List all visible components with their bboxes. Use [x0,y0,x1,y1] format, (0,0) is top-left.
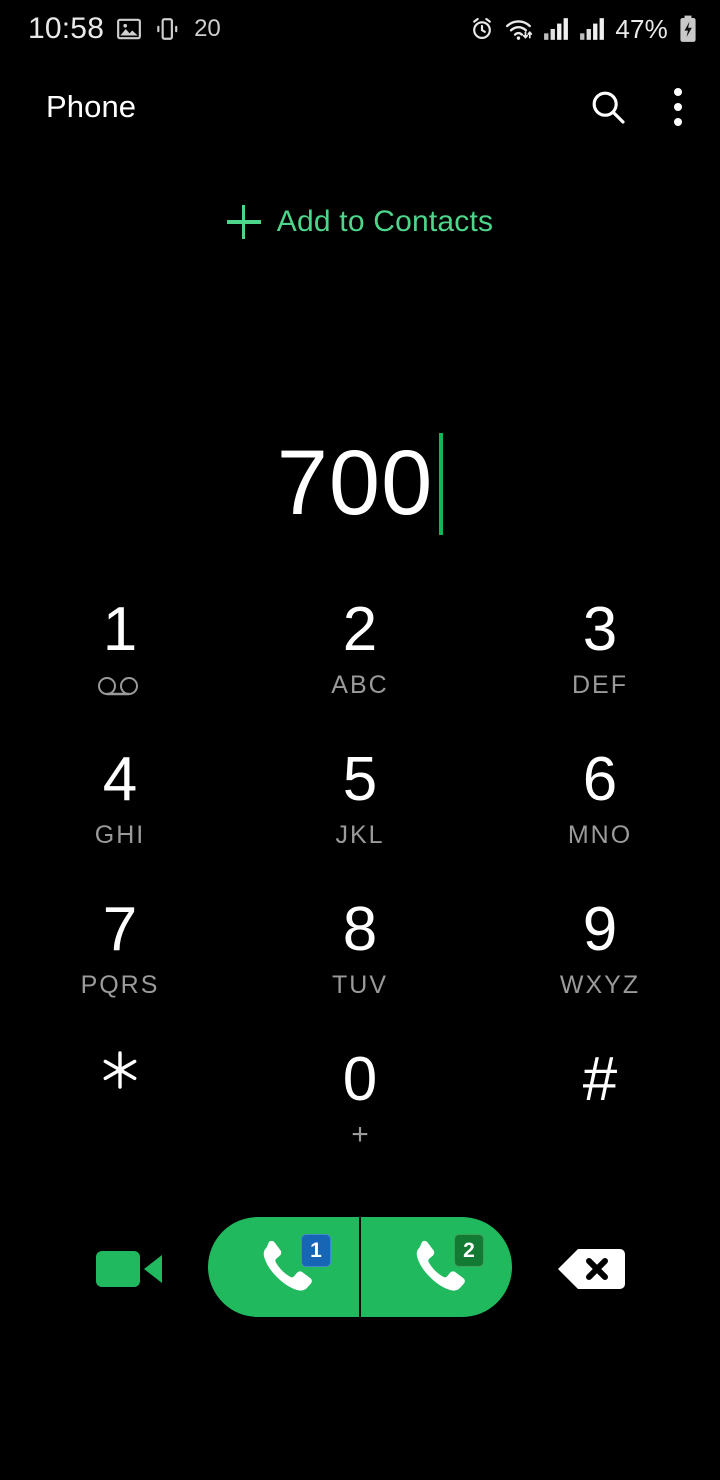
dialpad-key-hash[interactable]: # [500,1033,700,1183]
call-button-sim1[interactable]: 1 [208,1217,359,1317]
battery-charging-icon [678,15,698,43]
dialpad-key-2-digit: 2 [342,595,378,664]
dialpad-key-9-digit: 9 [582,895,618,964]
status-clock: 10:58 [28,12,105,45]
dialed-number-value: 700 [276,432,434,534]
dialpad-key-8-letters: TUV [332,971,388,1000]
call-button-sim2[interactable]: 2 [359,1217,512,1317]
page-title: Phone [46,89,137,124]
app-bar: Phone [0,72,720,142]
alarm-icon [469,16,495,42]
dialpad-key-4-letters: GHI [94,821,146,850]
signal-bars-icon [543,17,569,41]
dialpad-key-4[interactable]: 4 GHI [20,733,220,883]
dialpad-key-star[interactable] [20,1033,220,1183]
dialpad-key-2[interactable]: 2 ABC [260,583,460,733]
dialpad-key-5-letters: JKL [335,821,385,850]
sim2-badge: 2 [454,1234,484,1267]
dialpad-key-0[interactable]: 0 + [260,1033,460,1183]
dialpad-key-6[interactable]: 6 MNO [500,733,700,883]
dialpad-key-hash-digit: # [582,1045,618,1114]
dialpad-key-5[interactable]: 5 JKL [260,733,460,883]
notification-count: 20 [194,15,221,42]
dialpad-key-3[interactable]: 3 DEF [500,583,700,733]
backspace-icon[interactable] [556,1247,626,1291]
image-icon [116,16,142,42]
text-cursor [439,433,444,535]
signal-bars-icon [579,17,605,41]
bottom-action-bar: 1 2 [0,1205,720,1330]
dialpad: 1 2 ABC 3 DEF 4 GHI 5 JKL 6 MNO 7 PQRS 8… [0,583,720,1183]
dialpad-key-1-digit: 1 [102,595,138,664]
sim1-badge: 1 [301,1234,331,1267]
dialpad-key-1[interactable]: 1 [20,583,220,733]
dialpad-key-4-digit: 4 [102,745,138,814]
dialpad-key-6-digit: 6 [582,745,618,814]
wifi-icon [505,16,533,42]
video-camera-icon[interactable] [96,1245,164,1293]
dialpad-key-3-digit: 3 [582,595,618,664]
more-vertical-icon[interactable] [666,80,690,134]
dialpad-key-8-digit: 8 [342,895,378,964]
search-icon[interactable] [588,87,628,127]
status-bar-left: 10:58 20 [28,12,221,46]
battery-percent-label: 47% [615,13,668,44]
add-to-contacts-label: Add to Contacts [276,205,494,238]
dialpad-key-2-letters: ABC [331,671,389,700]
vibrate-icon [154,16,180,42]
dialpad-key-7[interactable]: 7 PQRS [20,883,220,1033]
asterisk-icon [93,1047,147,1116]
dialpad-key-9-letters: WXYZ [559,971,641,1000]
phone-dialer-screen: 10:58 20 47% Phone Add to Contacts 700 1… [0,0,720,1480]
status-bar: 10:58 20 47% [0,0,720,58]
dialpad-key-3-letters: DEF [572,671,628,700]
dialed-number-field[interactable]: 700 [0,428,720,538]
app-bar-actions [588,80,690,134]
plus-icon [226,205,261,239]
dialpad-key-7-letters: PQRS [80,971,160,1000]
dialpad-key-0-plus: + [351,1118,369,1152]
call-buttons-group: 1 2 [208,1217,512,1317]
add-to-contacts-button[interactable]: Add to Contacts [0,205,720,239]
status-bar-right: 47% [469,14,698,45]
dialpad-key-5-digit: 5 [342,745,378,814]
voicemail-icon [96,674,144,704]
dialpad-key-9[interactable]: 9 WXYZ [500,883,700,1033]
dialpad-key-6-letters: MNO [567,821,633,850]
dialpad-key-8[interactable]: 8 TUV [260,883,460,1033]
dialpad-key-7-digit: 7 [102,895,138,964]
dialpad-key-0-digit: 0 [342,1045,378,1114]
